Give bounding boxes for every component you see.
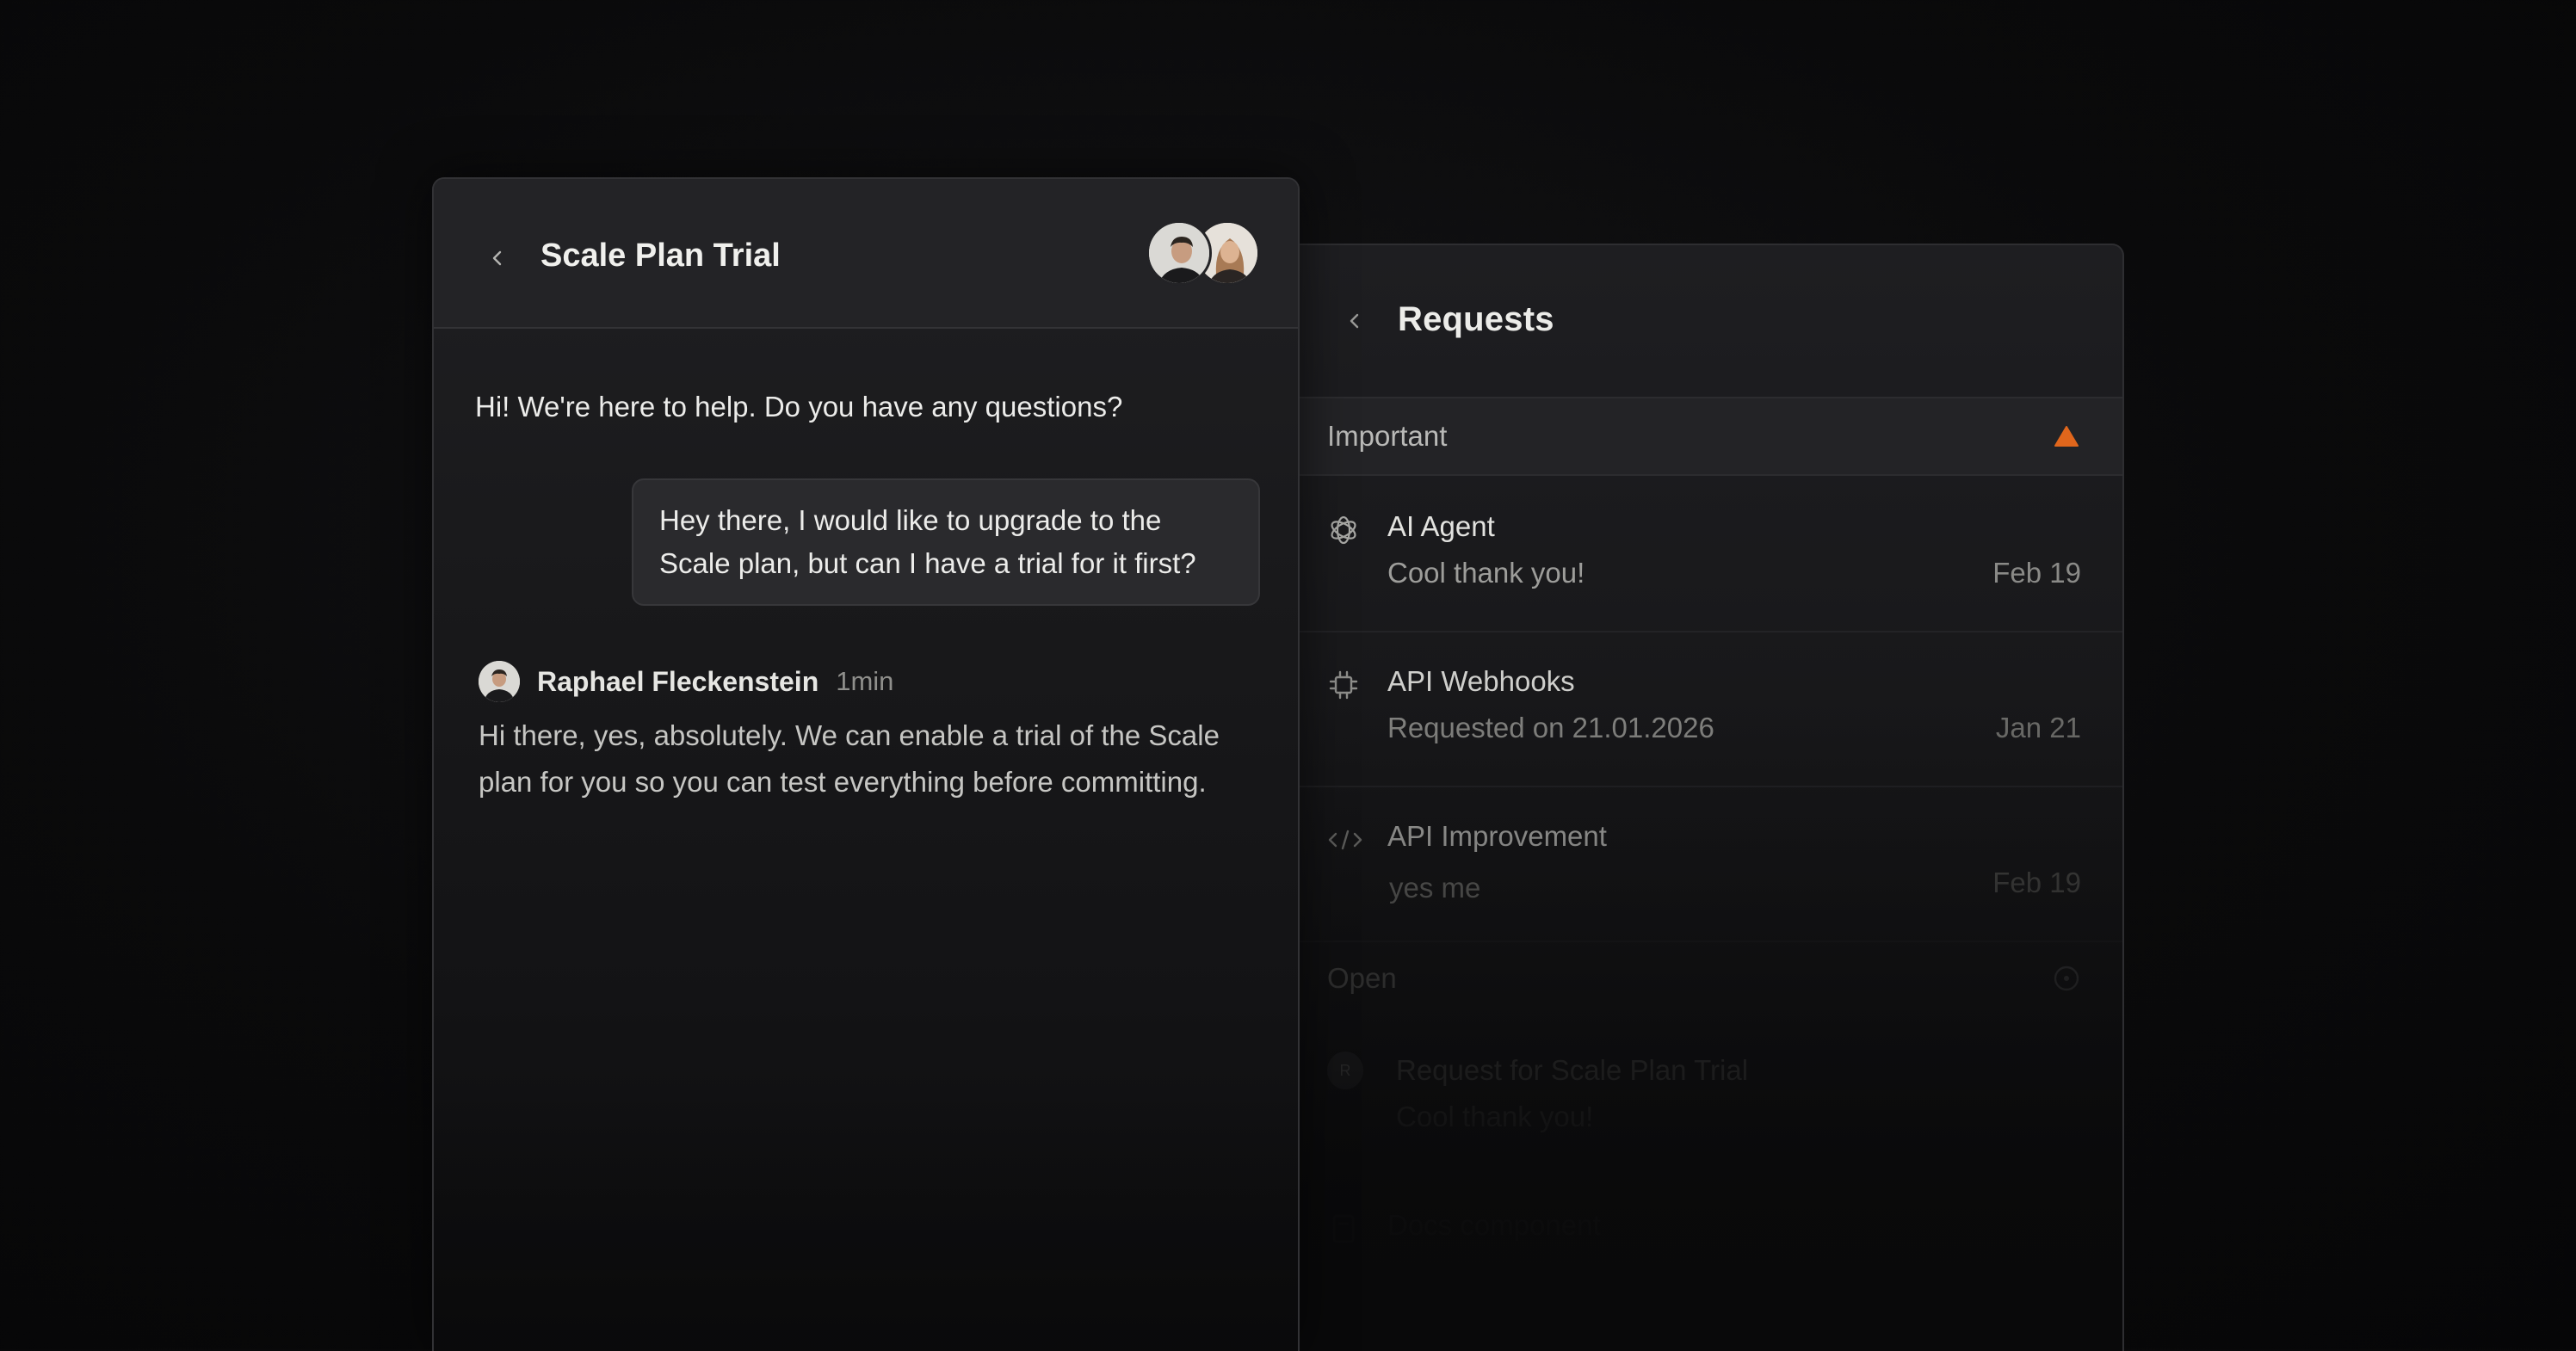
request-item-title: AI Agent (1387, 510, 1495, 542)
document-icon (1325, 1211, 1362, 1247)
request-item-api-webhooks[interactable]: API Webhooks Requested on 21.01.2026 Jan… (1258, 631, 2122, 787)
chevron-left-icon (1350, 313, 1359, 329)
request-item-title: API Webhooks (1387, 665, 1575, 697)
requests-panel: Requests Important AI Agent Cool thank y… (1257, 244, 2124, 1351)
request-item-title: Request for Scale Plan Trial (1396, 1054, 1749, 1086)
chip-icon (1325, 667, 1362, 703)
request-item-date: Feb 19 (1992, 557, 2081, 589)
request-item-title: API Improvement (1387, 820, 1607, 852)
request-item-ai-agent[interactable]: AI Agent Cool thank you! Feb 19 (1258, 476, 2122, 632)
request-item-date: Feb 19 (1992, 867, 2081, 898)
request-item-date: Jan 21 (1995, 712, 2081, 743)
request-item-title: Docs component (1387, 1209, 1601, 1241)
chat-back-button[interactable] (480, 241, 515, 275)
requests-back-button[interactable] (1337, 304, 1372, 338)
request-item-subtitle: yes me (1389, 872, 1481, 904)
section-label: Open (1327, 962, 1397, 994)
chat-header: Scale Plan Trial (434, 179, 1298, 329)
section-important[interactable]: Important (1258, 398, 2122, 476)
section-label: Important (1327, 420, 1448, 452)
request-item-api-improvement[interactable]: API Improvement yes me Feb 19 (1258, 786, 2122, 942)
request-item-scale-plan-trial[interactable]: R Request for Scale Plan Trial Cool than… (1258, 1020, 2122, 1175)
chat-panel: Scale Plan Trial Hi! We're here to help.… (432, 177, 1300, 1351)
section-open[interactable]: Open (1258, 941, 2122, 1016)
agent-name: Raphael Fleckenstein (537, 665, 819, 697)
openai-icon (1325, 512, 1362, 548)
user-message-bubble: Hey there, I would like to upgrade to th… (632, 478, 1260, 606)
greeting-message: Hi! We're here to help. Do you have any … (475, 391, 1123, 423)
chevron-left-icon (492, 250, 502, 266)
avatar-letter-icon: R (1327, 1052, 1363, 1089)
requests-header: Requests (1258, 245, 2122, 398)
requests-title: Requests (1398, 300, 1554, 338)
request-item-subtitle: Requested on 21.01.2026 (1387, 712, 1714, 743)
warning-triangle-icon (2052, 422, 2081, 451)
request-item-subtitle: Cool thank you! (1387, 557, 1585, 589)
request-item-docs-component[interactable]: Docs component (1258, 1175, 2122, 1329)
agent-message: Hi there, yes, absolutely. We can enable… (479, 719, 1220, 798)
avatar (1146, 220, 1212, 286)
avatar (479, 661, 520, 702)
participants-avatars[interactable] (1146, 220, 1260, 286)
agent-message-header: Raphael Fleckenstein 1min (479, 661, 893, 702)
bottom-fade (434, 1093, 1298, 1351)
code-icon (1325, 822, 1365, 858)
open-circle-icon (2052, 964, 2081, 993)
request-item-subtitle: Cool thank you! (1396, 1101, 1594, 1132)
message-timestamp: 1min (836, 666, 894, 696)
chat-title: Scale Plan Trial (541, 238, 781, 274)
